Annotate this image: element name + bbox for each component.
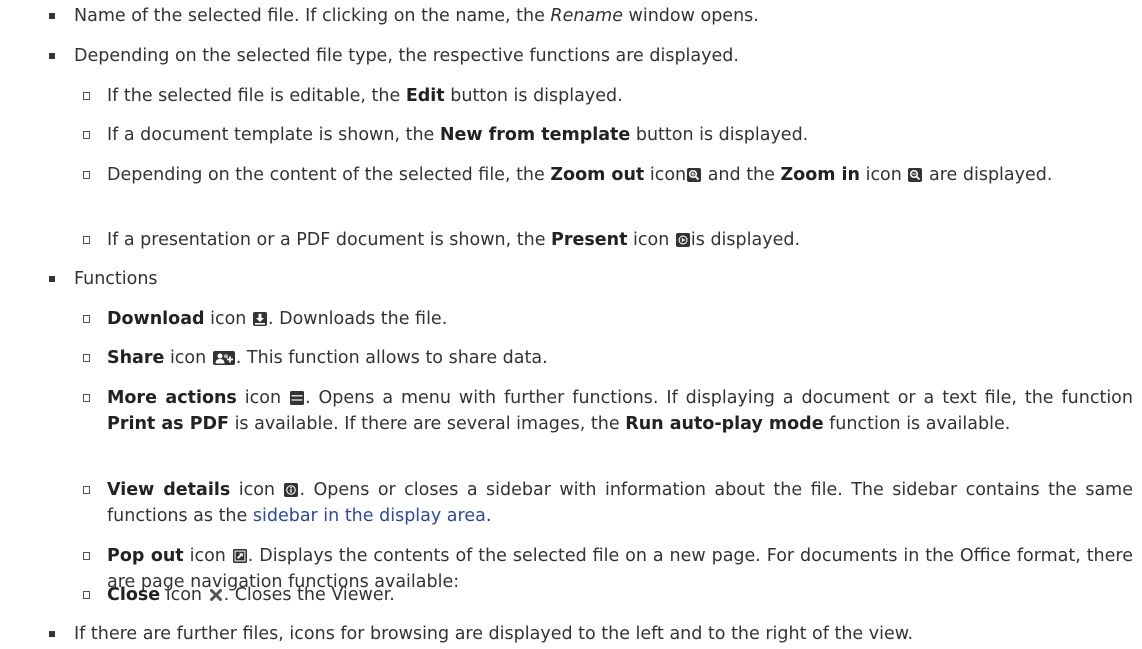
edit-term: Edit xyxy=(405,86,445,106)
bullet xyxy=(49,276,55,282)
zoom-in-icon xyxy=(687,168,702,182)
sub-bullet xyxy=(83,131,90,139)
pop-out-icon xyxy=(232,549,247,563)
sub-list-item: Download icon . Downloads the file. xyxy=(73,306,1133,332)
sub-bullet xyxy=(83,552,90,560)
document-body: Name of the selected file. If clicking o… xyxy=(0,0,1142,649)
zoom-in-term: Zoom in xyxy=(780,165,861,185)
list-item: Depending on the selected file type, the… xyxy=(40,43,1130,69)
sub-bullet xyxy=(83,236,90,244)
share-icon xyxy=(212,351,235,365)
present-term: Present xyxy=(551,230,628,250)
sub-list-item: Close icon . Closes the Viewer. xyxy=(73,582,1133,608)
list-item: Functions xyxy=(40,266,1130,292)
sidebar-display-area-link[interactable]: sidebar in the display area xyxy=(253,506,486,526)
sub-bullet xyxy=(83,315,90,323)
more-actions-icon xyxy=(290,391,305,405)
more-actions-term: More actions xyxy=(107,388,237,408)
list-item: If there are further files, icons for br… xyxy=(40,621,1130,647)
sub-list-item: More actions icon . Opens a menu with fu… xyxy=(73,385,1133,437)
sub-bullet xyxy=(83,171,90,179)
bullet xyxy=(49,631,55,637)
sub-bullet xyxy=(83,486,90,494)
sub-bullet xyxy=(83,591,90,599)
list-item: Name of the selected file. If clicking o… xyxy=(40,3,1130,29)
present-icon xyxy=(675,233,690,247)
sub-list-item: View details icon . Opens or closes a si… xyxy=(73,477,1133,529)
sub-bullet xyxy=(83,354,90,362)
bullet xyxy=(49,53,55,59)
run-auto-play-term: Run auto-play mode xyxy=(625,414,824,434)
view-details-icon xyxy=(284,483,299,497)
sub-bullet xyxy=(83,394,90,402)
zoom-out-icon xyxy=(908,168,923,182)
sub-bullet xyxy=(83,92,90,100)
download-icon xyxy=(252,312,267,326)
new-from-template-term: New from template xyxy=(439,125,631,145)
share-term: Share xyxy=(107,348,165,368)
close-term: Close xyxy=(107,585,161,605)
rename-term: Rename xyxy=(550,6,623,26)
download-term: Download xyxy=(107,309,205,329)
sub-list-item: If a document template is shown, the New… xyxy=(73,122,1133,148)
sub-list-item: Share icon . This function allows to sha… xyxy=(73,345,1133,371)
pop-out-term: Pop out xyxy=(107,546,184,566)
sub-list-item: If the selected file is editable, the Ed… xyxy=(73,83,1133,109)
print-as-pdf-term: Print as PDF xyxy=(107,414,229,434)
view-details-term: View details xyxy=(107,480,231,500)
sub-list-item: Depending on the content of the selected… xyxy=(73,162,1133,188)
sub-list-item: If a presentation or a PDF document is s… xyxy=(73,227,1133,253)
zoom-out-term: Zoom out xyxy=(550,165,645,185)
close-icon xyxy=(209,588,223,602)
bullet xyxy=(49,13,55,19)
